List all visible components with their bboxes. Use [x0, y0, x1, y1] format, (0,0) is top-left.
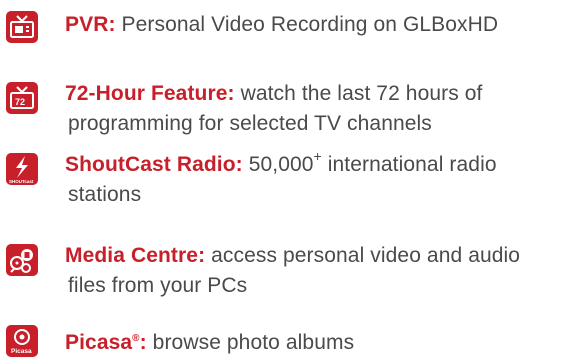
feature-description-line2: files from your PCs — [68, 274, 248, 297]
feature-title: PVR: — [65, 13, 116, 36]
feature-title: Media Centre: — [65, 244, 206, 267]
feature-text-shoutcast: ShoutCast Radio: 50,000+ international r… — [65, 148, 497, 210]
feature-text-picasa: Picasa®: browse photo albums — [65, 324, 354, 358]
feature-description-line2: stations — [68, 183, 142, 206]
feature-title: Picasa — [65, 331, 133, 354]
registered-mark: ® — [132, 333, 140, 344]
feature-text-media-centre: Media Centre: access personal video and … — [65, 241, 520, 301]
feature-description: 50,000 — [248, 153, 314, 176]
shoutcast-icon-label: SHOUTcast — [9, 179, 34, 184]
tv-icon — [6, 11, 38, 43]
feature-description: browse photo albums — [152, 331, 355, 354]
feature-title: 72-Hour Feature: — [65, 82, 235, 105]
feature-description: Personal Video Recording on GLBoxHD — [121, 13, 499, 36]
feature-description-rest: international radio — [327, 153, 497, 176]
feature-title-colon: : — [139, 331, 147, 354]
feature-description: watch the last 72 hours of — [240, 82, 483, 105]
feature-text-72-hour: 72-Hour Feature: watch the last 72 hours… — [65, 79, 482, 139]
shoutcast-icon: SHOUTcast — [6, 153, 38, 185]
tv-72-icon: 72 — [6, 82, 38, 114]
feature-description: access personal video and audio — [211, 244, 521, 267]
media-centre-icon — [6, 244, 38, 276]
feature-title: ShoutCast Radio: — [65, 153, 243, 176]
feature-description-line2: programming for selected TV channels — [68, 112, 432, 135]
tv-72-icon-label: 72 — [15, 97, 25, 107]
picasa-icon: Picasa — [6, 325, 38, 357]
feature-text-pvr: PVR: Personal Video Recording on GLBoxHD — [65, 10, 498, 40]
feature-description-sup: + — [313, 148, 322, 164]
picasa-icon-label: Picasa — [11, 348, 32, 355]
